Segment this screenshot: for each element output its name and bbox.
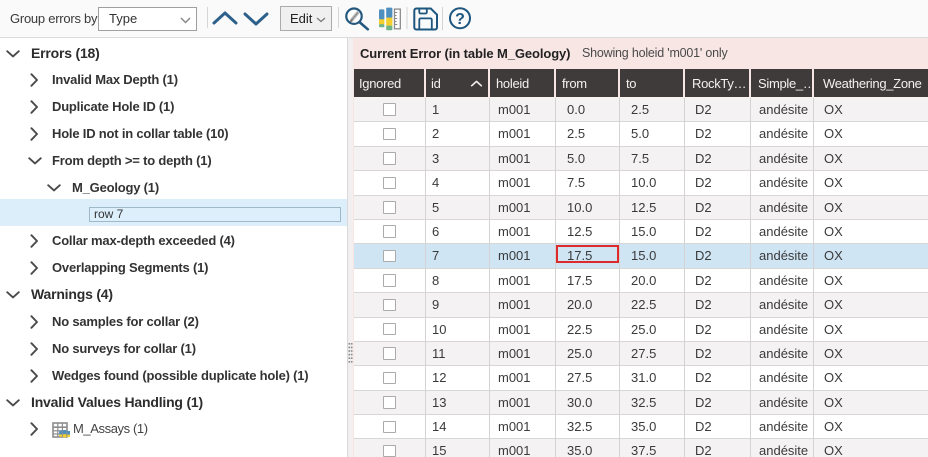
- svg-text:?: ?: [455, 11, 465, 28]
